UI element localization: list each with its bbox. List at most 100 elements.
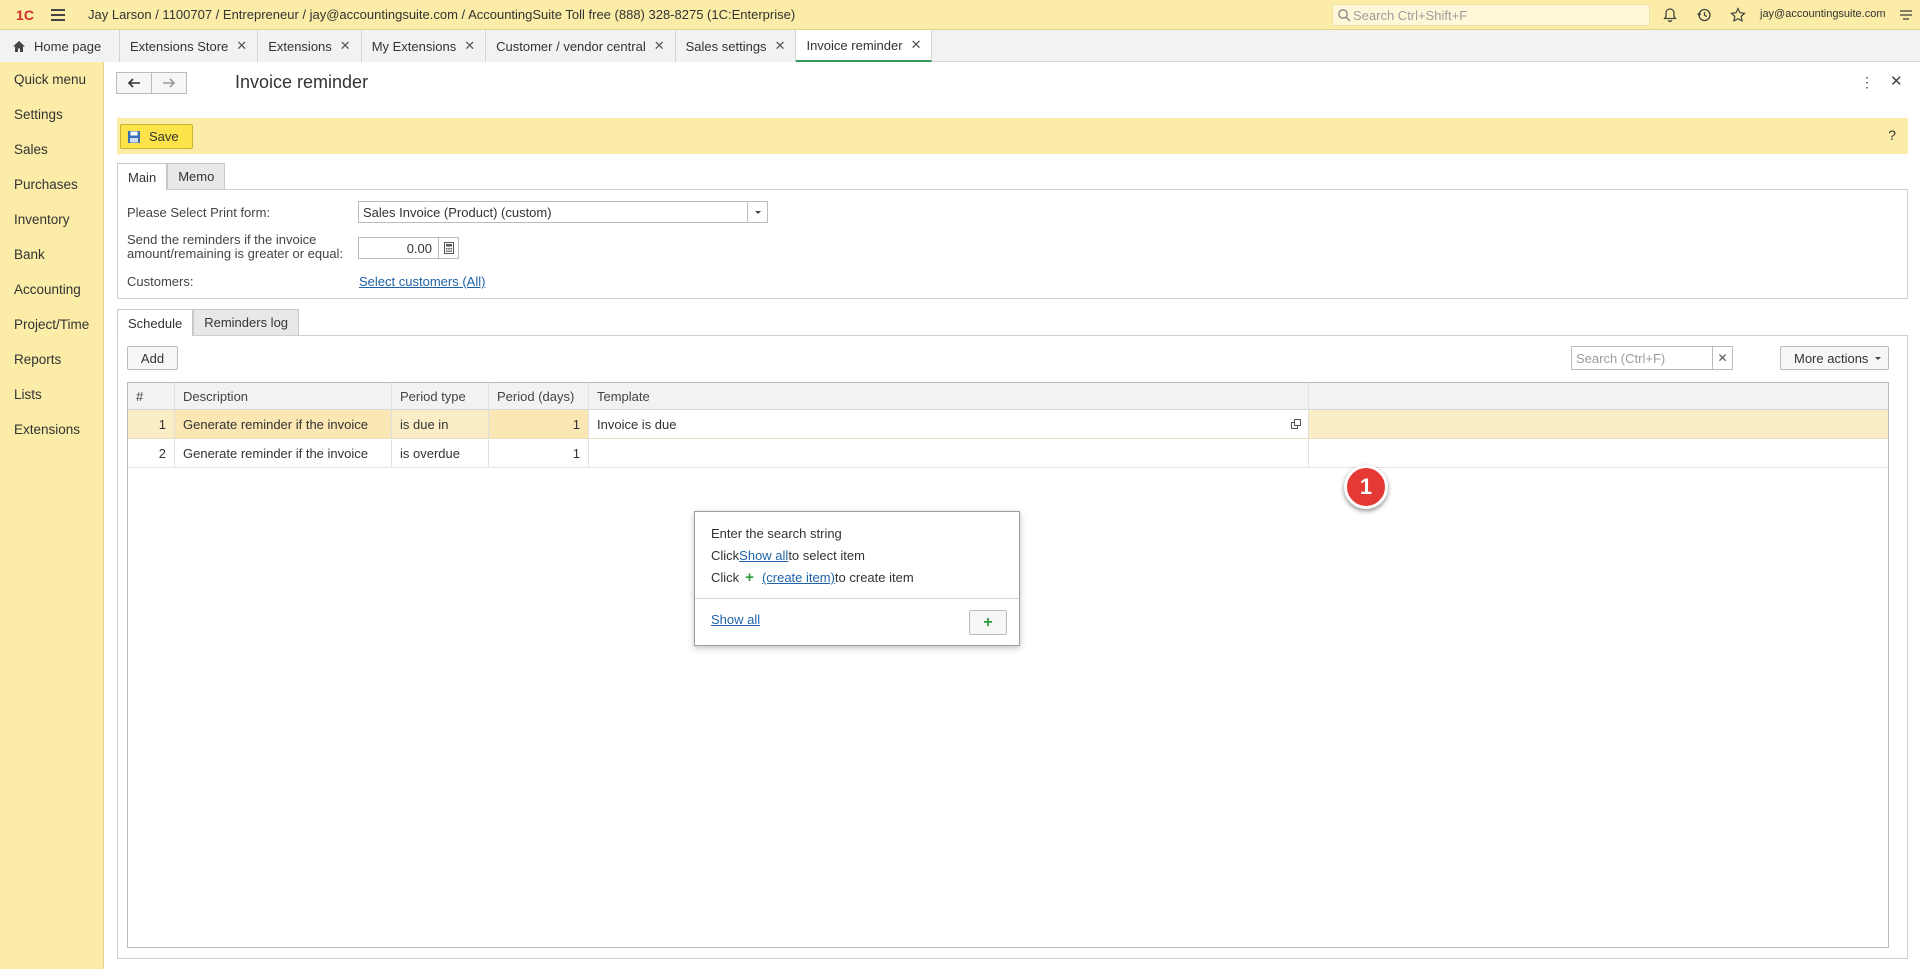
table-search[interactable]: ✕ <box>1571 346 1733 370</box>
back-button[interactable] <box>116 72 152 94</box>
close-icon[interactable]: ✕ <box>236 38 247 54</box>
column-header-period-days[interactable]: Period (days) <box>489 383 589 409</box>
sidebar-item-extensions[interactable]: Extensions <box>0 412 103 447</box>
threshold-amount-value: 0.00 <box>406 240 432 256</box>
save-button[interactable]: Save <box>120 124 193 149</box>
sidebar-item-inventory[interactable]: Inventory <box>0 202 103 237</box>
settings-menu-icon[interactable] <box>1896 5 1916 25</box>
sidebar-item-settings[interactable]: Settings <box>0 97 103 132</box>
cell-template-editor[interactable]: Invoice is due <box>589 410 1309 438</box>
sidebar-item-reports[interactable]: Reports <box>0 342 103 377</box>
calculator-icon[interactable] <box>438 238 458 258</box>
plus-icon: + <box>745 569 754 586</box>
more-actions-button[interactable]: More actions <box>1780 346 1889 370</box>
show-all-link[interactable]: Show all <box>711 612 760 627</box>
forward-button[interactable] <box>151 72 187 94</box>
customers-label: Customers: <box>127 274 194 289</box>
arrow-left-icon <box>127 78 140 88</box>
app-logo[interactable]: 1C <box>6 0 44 30</box>
tab-sales-settings[interactable]: Sales settings ✕ <box>675 30 797 62</box>
sidebar-item-accounting[interactable]: Accounting <box>0 272 103 307</box>
close-icon[interactable]: ✕ <box>911 37 922 53</box>
arrow-right-icon <box>163 78 176 88</box>
column-header-number[interactable]: # <box>128 383 175 409</box>
page-title: Invoice reminder <box>235 72 369 92</box>
cell-number[interactable]: 1 <box>128 410 175 438</box>
cell-description[interactable]: Generate reminder if the invoice <box>175 410 392 438</box>
select-customers-link[interactable]: Select customers (All) <box>359 274 485 289</box>
global-search-input[interactable] <box>1353 7 1643 23</box>
more-options-icon[interactable]: ⋮ <box>1860 74 1874 91</box>
open-template-icon[interactable] <box>1286 414 1306 434</box>
print-form-select[interactable]: Sales Invoice (Product) (custom) <box>358 201 768 223</box>
tab-invoice-reminder[interactable]: Invoice reminder ✕ <box>796 30 933 62</box>
save-button-label: Save <box>149 129 179 144</box>
column-header-description[interactable]: Description <box>175 383 392 409</box>
table-header: # Description Period type Period (days) … <box>128 383 1888 410</box>
tab-extensions[interactable]: Extensions ✕ <box>258 30 362 62</box>
hamburger-menu-icon[interactable] <box>44 0 72 30</box>
help-button[interactable]: ? <box>1888 127 1896 143</box>
sidebar-item-lists[interactable]: Lists <box>0 377 103 412</box>
schedule-table: # Description Period type Period (days) … <box>127 382 1889 948</box>
create-item-button[interactable]: + <box>969 610 1007 635</box>
tab-my-extensions[interactable]: My Extensions ✕ <box>361 30 487 62</box>
cell-period-type[interactable]: is due in <box>392 410 489 438</box>
add-button[interactable]: Add <box>127 346 178 370</box>
sidebar-item-purchases[interactable]: Purchases <box>0 167 103 202</box>
home-icon <box>13 40 25 52</box>
tab-customer-vendor-central[interactable]: Customer / vendor central ✕ <box>486 30 676 62</box>
cell-filler <box>1309 410 1888 438</box>
cell-template[interactable] <box>589 439 1309 467</box>
tab-schedule[interactable]: Schedule <box>117 309 194 336</box>
search-icon <box>1338 9 1351 22</box>
tab-extensions-store[interactable]: Extensions Store ✕ <box>120 30 259 62</box>
tab-label: Invoice reminder <box>806 37 903 53</box>
sidebar-item-sales[interactable]: Sales <box>0 132 103 167</box>
sidebar-item-quick-menu[interactable]: Quick menu <box>0 62 103 97</box>
dropdown-arrow-icon[interactable] <box>747 202 767 222</box>
create-item-inline-link[interactable]: (create item) <box>762 570 835 585</box>
close-icon[interactable]: ✕ <box>654 38 665 54</box>
column-header-filler <box>1309 383 1888 409</box>
cell-period-days[interactable]: 1 <box>489 439 589 467</box>
table-row[interactable]: 1 Generate reminder if the invoice is du… <box>128 410 1888 439</box>
popup-text: to select item <box>788 548 865 563</box>
tab-home-page[interactable]: Home page <box>0 30 120 62</box>
bell-icon[interactable] <box>1660 5 1680 25</box>
clear-search-icon[interactable]: ✕ <box>1712 347 1732 369</box>
top-bar: 1C Jay Larson / 1100707 / Entrepreneur /… <box>0 0 1920 30</box>
global-search[interactable] <box>1332 4 1650 26</box>
threshold-amount-field[interactable]: 0.00 <box>358 237 459 259</box>
close-form-icon[interactable]: ✕ <box>1890 72 1903 90</box>
close-icon[interactable]: ✕ <box>464 38 475 54</box>
popup-text: Click <box>711 570 740 585</box>
cell-description[interactable]: Generate reminder if the invoice <box>175 439 392 467</box>
form-tabs: Main Memo <box>117 163 226 190</box>
tab-label: Sales settings <box>685 38 767 54</box>
schedule-tabs: Schedule Reminders log <box>117 309 300 336</box>
column-header-period-type[interactable]: Period type <box>392 383 489 409</box>
close-icon[interactable]: ✕ <box>775 38 786 54</box>
tab-memo[interactable]: Memo <box>167 163 226 189</box>
tab-label: My Extensions <box>371 38 457 54</box>
show-all-inline-link[interactable]: Show all <box>739 548 788 563</box>
column-header-template[interactable]: Template <box>589 383 1309 409</box>
star-icon[interactable] <box>1728 5 1748 25</box>
table-search-input[interactable] <box>1576 350 1716 366</box>
close-icon[interactable]: ✕ <box>340 38 351 54</box>
tab-main[interactable]: Main <box>117 163 168 190</box>
tab-reminders-log[interactable]: Reminders log <box>193 309 300 335</box>
open-windows-bar: Home page Extensions Store ✕ Extensions ✕ … <box>0 30 1920 62</box>
tab-label: Home page <box>34 38 102 54</box>
popup-text: Click <box>711 548 740 563</box>
popup-divider <box>695 598 1019 599</box>
table-row[interactable]: 2 Generate reminder if the invoice is ov… <box>128 439 1888 468</box>
cell-period-type[interactable]: is overdue <box>392 439 489 467</box>
sidebar-item-bank[interactable]: Bank <box>0 237 103 272</box>
user-email[interactable]: jay@accountingsuite.com <box>1760 8 1886 20</box>
sidebar-item-project-time[interactable]: Project/Time <box>0 307 103 342</box>
history-icon[interactable] <box>1694 5 1714 25</box>
cell-period-days[interactable]: 1 <box>489 410 589 438</box>
cell-number[interactable]: 2 <box>128 439 175 467</box>
